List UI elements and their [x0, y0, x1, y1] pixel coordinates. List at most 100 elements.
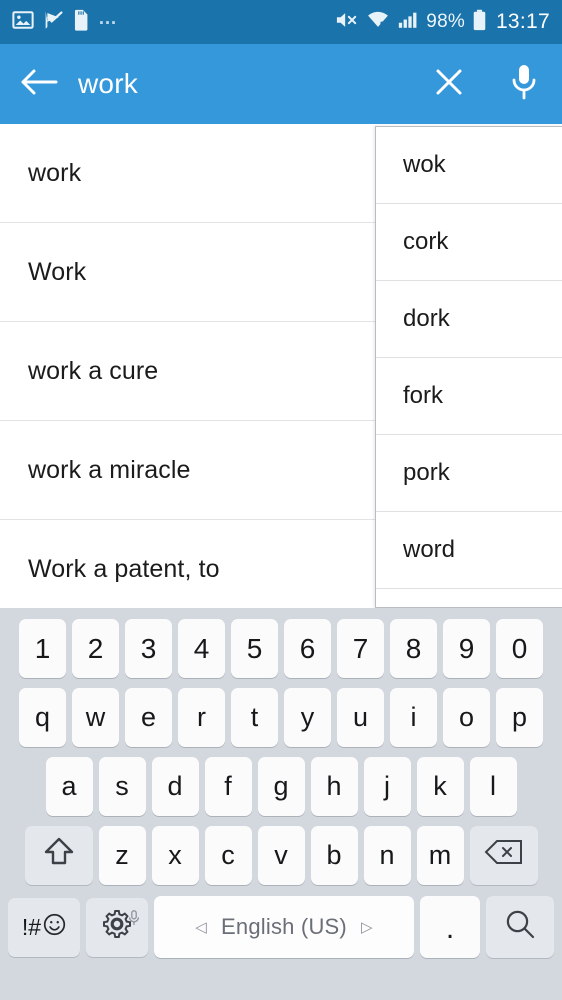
status-bar-clock: 13:17 — [495, 10, 550, 33]
search-input-wrapper[interactable] — [78, 44, 412, 124]
suggestion-label: wok — [403, 151, 446, 178]
key-r[interactable]: r — [178, 688, 225, 747]
key-f[interactable]: f — [204, 757, 252, 816]
key-p[interactable]: p — [496, 688, 543, 747]
shift-key[interactable] — [24, 826, 93, 885]
keyboard-row-top: q w e r t y u i o p — [0, 683, 562, 752]
key-j[interactable]: j — [363, 757, 411, 816]
key-t[interactable]: t — [231, 688, 278, 747]
space-language-text: English (US) — [221, 914, 347, 939]
backspace-icon — [484, 838, 524, 873]
suggestion-label: Work a patent, to — [28, 554, 220, 583]
list-item[interactable]: cork — [376, 204, 562, 281]
key-w[interactable]: w — [72, 688, 119, 747]
sd-card-icon — [73, 9, 89, 36]
keyboard-row-home: a s d f g h j k l — [0, 752, 562, 821]
key-6[interactable]: 6 — [284, 619, 331, 678]
backspace-key[interactable] — [469, 826, 538, 885]
key-7[interactable]: 7 — [337, 619, 384, 678]
key-x[interactable]: x — [151, 826, 199, 885]
suggestion-label: dork — [403, 305, 450, 332]
more-dots-icon: … — [98, 7, 118, 29]
keyboard-settings-key[interactable] — [86, 897, 148, 957]
prev-language-arrow-icon[interactable]: ◁ — [195, 918, 207, 936]
key-l[interactable]: l — [469, 757, 517, 816]
flag-check-icon — [43, 9, 64, 36]
microphone-small-icon — [128, 902, 140, 933]
suggestion-label: pork — [403, 459, 450, 486]
battery-percentage: 98% — [426, 11, 465, 32]
list-item[interactable]: fork — [376, 358, 562, 435]
key-s[interactable]: s — [98, 757, 146, 816]
key-y[interactable]: y — [284, 688, 331, 747]
microphone-icon — [510, 63, 538, 106]
period-key[interactable]: . — [420, 896, 480, 958]
key-o[interactable]: o — [443, 688, 490, 747]
key-g[interactable]: g — [257, 757, 305, 816]
space-key[interactable]: ◁ English (US) ▷ — [154, 896, 414, 958]
key-c[interactable]: c — [204, 826, 252, 885]
key-0[interactable]: 0 — [496, 619, 543, 678]
list-item[interactable]: dork — [376, 281, 562, 358]
back-button[interactable] — [0, 44, 78, 124]
suggestion-label: Work — [28, 257, 87, 286]
key-e[interactable]: e — [125, 688, 172, 747]
status-bar: … 98% 13:17 — [0, 0, 562, 44]
key-b[interactable]: b — [310, 826, 358, 885]
suggestion-label: work a miracle — [28, 455, 191, 484]
list-item[interactable]: word — [376, 512, 562, 589]
next-language-arrow-icon[interactable]: ▷ — [361, 918, 373, 936]
on-screen-keyboard: 1 2 3 4 5 6 7 8 9 0 q w e r t y u i o p … — [0, 608, 562, 1000]
phone-screen: … 98% 13:17 work work Work work a cure w… — [0, 0, 562, 1000]
wifi-icon — [366, 9, 390, 36]
signal-icon — [397, 9, 419, 36]
close-icon — [433, 66, 465, 103]
suggestion-label: cork — [403, 228, 449, 255]
key-1[interactable]: 1 — [19, 619, 66, 678]
key-8[interactable]: 8 — [390, 619, 437, 678]
clear-search-button[interactable] — [412, 44, 486, 124]
key-3[interactable]: 3 — [125, 619, 172, 678]
secondary-suggestion-panel: wok cork dork fork pork word — [375, 126, 562, 608]
key-q[interactable]: q — [19, 688, 66, 747]
search-key[interactable] — [486, 896, 554, 958]
mute-icon — [335, 9, 359, 36]
search-bar — [0, 44, 562, 124]
voice-search-button[interactable] — [486, 44, 562, 124]
list-item[interactable]: pork — [376, 435, 562, 512]
key-v[interactable]: v — [257, 826, 305, 885]
symbols-label: !# — [21, 913, 42, 940]
suggestions-area: work Work work a cure work a miracle Wor… — [0, 124, 562, 619]
suggestion-label: work — [28, 158, 82, 187]
keyboard-row-bottom: z x c v b n m — [0, 821, 562, 890]
list-item[interactable]: wok — [376, 127, 562, 204]
key-m[interactable]: m — [416, 826, 464, 885]
key-a[interactable]: a — [45, 757, 93, 816]
key-k[interactable]: k — [416, 757, 464, 816]
shift-up-arrow-icon — [42, 835, 76, 876]
key-5[interactable]: 5 — [231, 619, 278, 678]
search-input[interactable] — [78, 68, 412, 100]
suggestion-label: word — [403, 536, 456, 563]
symbols-emoji-key[interactable]: !# — [8, 897, 80, 957]
key-z[interactable]: z — [98, 826, 146, 885]
suggestion-label: fork — [403, 382, 444, 409]
key-4[interactable]: 4 — [178, 619, 225, 678]
key-2[interactable]: 2 — [72, 619, 119, 678]
key-d[interactable]: d — [151, 757, 199, 816]
status-bar-right-icons: 98% 13:17 — [335, 9, 550, 36]
keyboard-row-function: !# ◁ English (US) ▷ . — [0, 890, 562, 964]
key-n[interactable]: n — [363, 826, 411, 885]
gear-icon — [100, 907, 140, 948]
suggestion-label: work a cure — [28, 356, 159, 385]
battery-icon — [472, 9, 487, 36]
key-i[interactable]: i — [390, 688, 437, 747]
key-9[interactable]: 9 — [443, 619, 490, 678]
key-u[interactable]: u — [337, 688, 384, 747]
status-bar-left-icons: … — [12, 9, 118, 36]
key-h[interactable]: h — [310, 757, 358, 816]
arrow-left-icon — [20, 67, 58, 102]
image-icon — [12, 9, 34, 36]
smiley-icon — [43, 913, 66, 942]
keyboard-row-numbers: 1 2 3 4 5 6 7 8 9 0 — [0, 614, 562, 683]
